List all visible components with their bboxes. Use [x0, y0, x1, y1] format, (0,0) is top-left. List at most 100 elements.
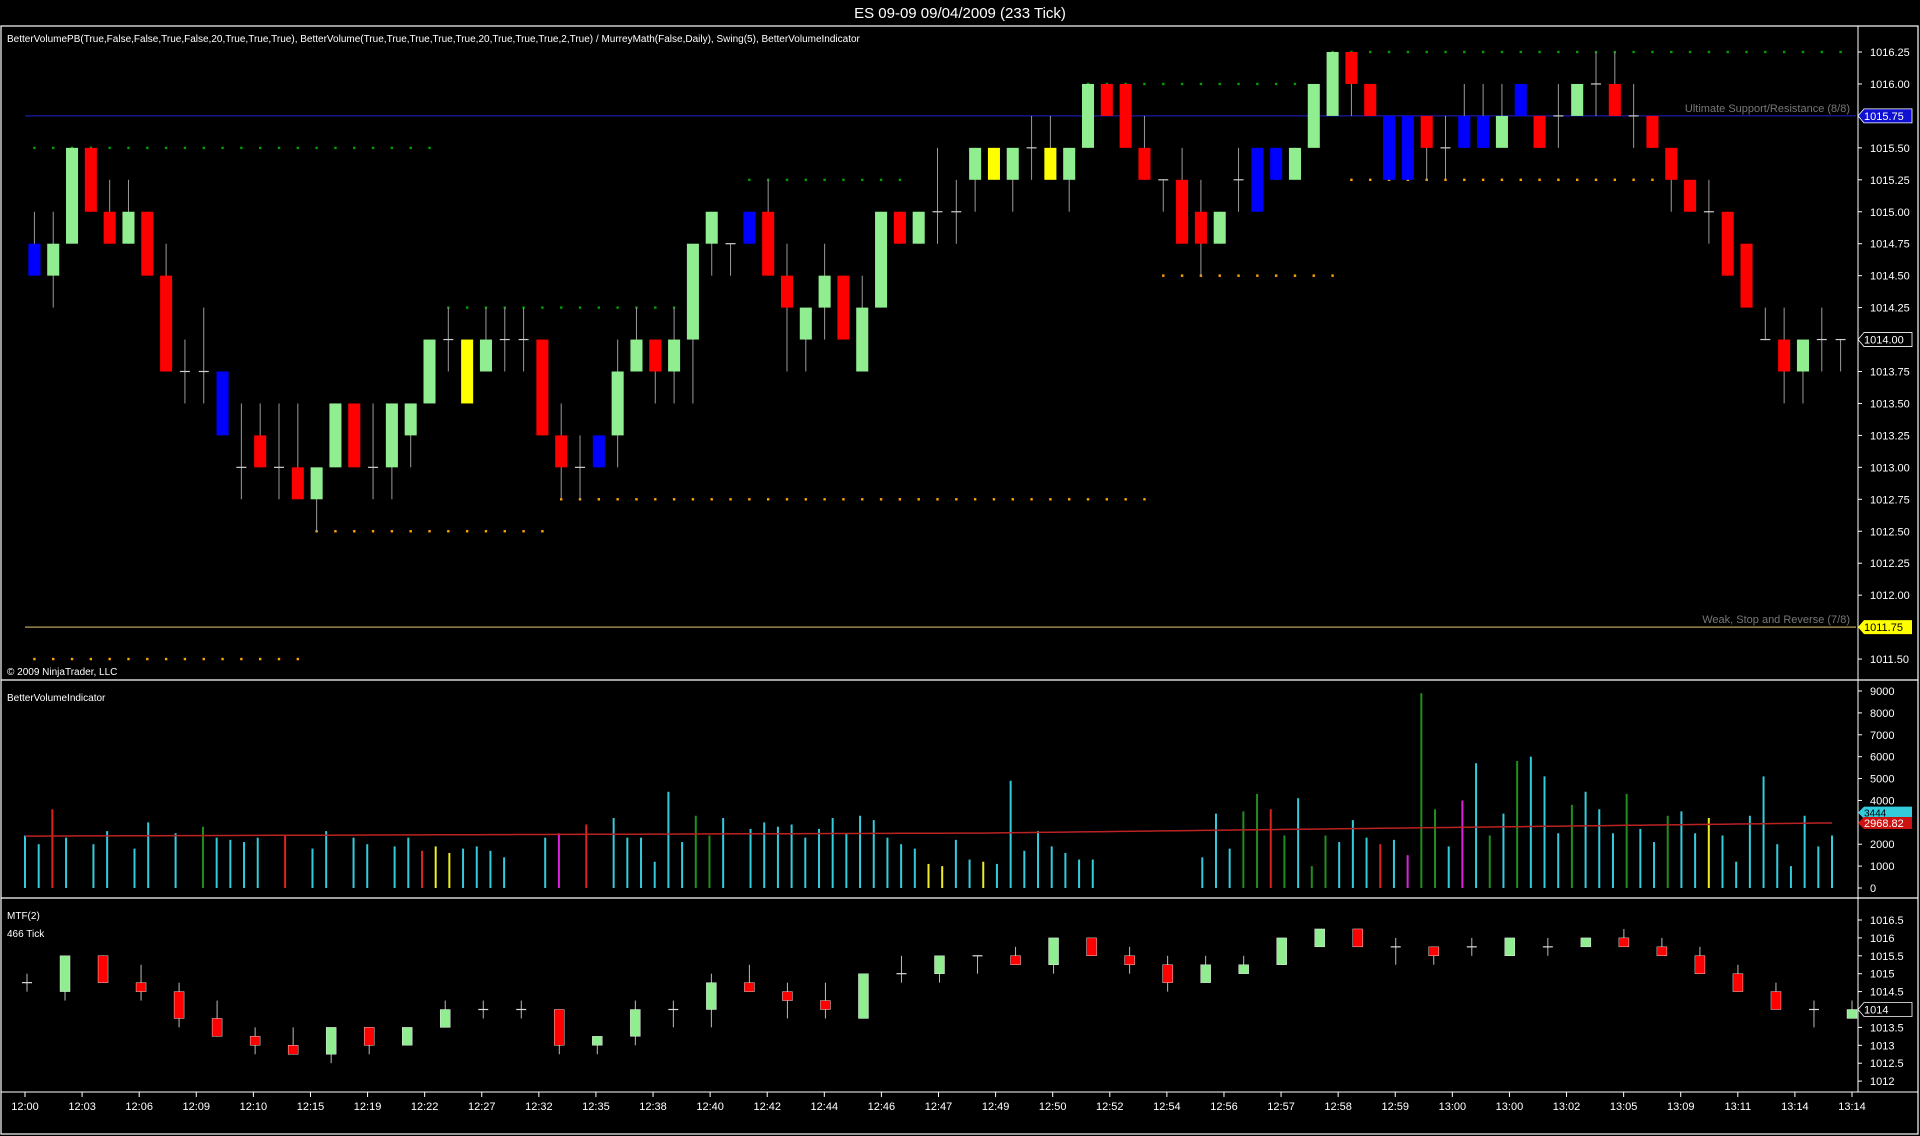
mtf-body: [1656, 946, 1668, 956]
current-price-badge: 1014.00: [1857, 332, 1913, 347]
time-tick-label: 12:46: [868, 1101, 896, 1113]
mtf-body: [782, 991, 793, 1001]
mtf-body: [858, 973, 869, 1019]
swing-high-dot: [108, 146, 111, 150]
price-tick-label: 1014.25: [1870, 303, 1910, 315]
swing-high-dot: [804, 178, 807, 181]
price-candle: [1514, 83, 1527, 116]
candle-body: [1288, 147, 1301, 180]
candle-body: [291, 467, 304, 500]
candle-body: [818, 275, 831, 308]
swing-high-dot: [861, 178, 864, 181]
candle-body: [893, 211, 906, 244]
candle-body: [1270, 147, 1283, 180]
time-tick-label: 12:58: [1324, 1101, 1352, 1113]
mtf-candle: [1314, 928, 1325, 948]
mtf-body: [1770, 991, 1782, 1010]
swing-high-dot: [1745, 50, 1748, 54]
price-tick-label: 1014.50: [1870, 271, 1910, 283]
swing-high-dot: [1726, 50, 1729, 54]
price-candle: [141, 211, 154, 276]
swing-high-dot: [1481, 50, 1485, 54]
mtf-body: [1276, 937, 1287, 965]
candle-body: [1063, 147, 1076, 180]
weak-badge-value: 1011.75: [1864, 622, 1903, 634]
swing-low-dot: [955, 498, 958, 501]
time-tick-label: 12:44: [811, 1101, 839, 1113]
swing-low-dot: [258, 657, 262, 661]
swing-high-dot: [1274, 82, 1278, 86]
swing-low-dot: [334, 530, 337, 533]
swing-low-dot: [1651, 178, 1654, 181]
mtf-tick-label: 1015: [1870, 969, 1894, 981]
swing-high-dot: [221, 146, 224, 150]
price-candle: [1213, 211, 1226, 244]
price-tick-label: 1012.50: [1870, 526, 1910, 538]
swing-low-dot: [898, 498, 902, 501]
chart-background: [0, 0, 1920, 1136]
mtf-candle: [402, 1027, 413, 1046]
swing-high-dot: [1839, 50, 1842, 54]
time-tick-label: 12:27: [468, 1101, 496, 1113]
swing-low-dot: [70, 657, 74, 661]
candle-body: [1420, 115, 1433, 148]
candle-body: [1119, 83, 1132, 148]
mtf-body: [1846, 1009, 1858, 1019]
candle-body: [348, 403, 361, 468]
mtf-candle: [1352, 928, 1363, 948]
mtf-candle: [1086, 937, 1097, 957]
price-candle: [1721, 211, 1734, 276]
volume-tick-label: 5000: [1870, 774, 1894, 786]
candle-body: [536, 339, 549, 436]
swing-low-dot: [1463, 178, 1466, 181]
volume-tick-label: 9000: [1870, 686, 1894, 698]
candle-body: [1646, 115, 1659, 148]
volume-label: BetterVolumeIndicator: [7, 693, 106, 704]
swing-high-dot: [390, 146, 394, 150]
candle-body: [705, 211, 718, 244]
price-candle: [461, 339, 474, 404]
price-candle: [893, 211, 906, 244]
swing-low-dot: [522, 530, 525, 533]
ninjatrader-chart: ES 09-09 09/04/2009 (233 Tick) BetterVol…: [0, 0, 1920, 1136]
mtf-body: [97, 955, 109, 983]
swing-low-dot: [447, 530, 450, 533]
time-tick-label: 12:47: [925, 1101, 953, 1113]
swing-low-dot: [1632, 178, 1635, 181]
swing-high-dot: [1557, 50, 1560, 54]
mtf-body: [363, 1027, 375, 1046]
swing-low-dot: [146, 657, 149, 661]
swing-low-dot: [936, 498, 939, 501]
candle-body: [1495, 115, 1508, 148]
swing-low-dot: [1293, 274, 1297, 277]
swing-low-dot: [1124, 498, 1127, 501]
candle-body: [1138, 147, 1151, 180]
swing-high-dot: [1519, 50, 1522, 54]
swing-low-dot: [823, 498, 826, 501]
volume-tick-label: 0: [1870, 883, 1876, 895]
swing-low-dot: [635, 498, 638, 501]
price-candle: [1401, 115, 1414, 180]
mtf-body: [744, 982, 755, 992]
mtf-body: [1238, 964, 1249, 974]
candle-body: [1251, 147, 1264, 212]
candle-body: [47, 243, 60, 276]
mtf-tick-label: 1014.5: [1870, 987, 1904, 999]
price-tick-label: 1012.00: [1870, 590, 1910, 602]
swing-low-dot: [108, 657, 111, 661]
swing-low-dot: [1575, 178, 1579, 181]
mtf-tick-label: 1012.5: [1870, 1058, 1904, 1070]
candle-body: [630, 339, 643, 372]
swing-high-dot: [1707, 50, 1711, 54]
swing-low-dot: [785, 498, 789, 501]
candle-body: [743, 211, 756, 244]
candle-body: [461, 339, 474, 404]
candle-body: [122, 211, 135, 244]
price-candle: [1081, 83, 1095, 148]
swing-high-dot: [1538, 50, 1541, 54]
mtf-tick-label: 1013: [1870, 1040, 1894, 1052]
price-tick-label: 1011.50: [1870, 654, 1909, 666]
mtf-candle: [97, 955, 109, 983]
swing-low-dot: [1068, 498, 1071, 501]
mtf-body: [173, 991, 185, 1019]
